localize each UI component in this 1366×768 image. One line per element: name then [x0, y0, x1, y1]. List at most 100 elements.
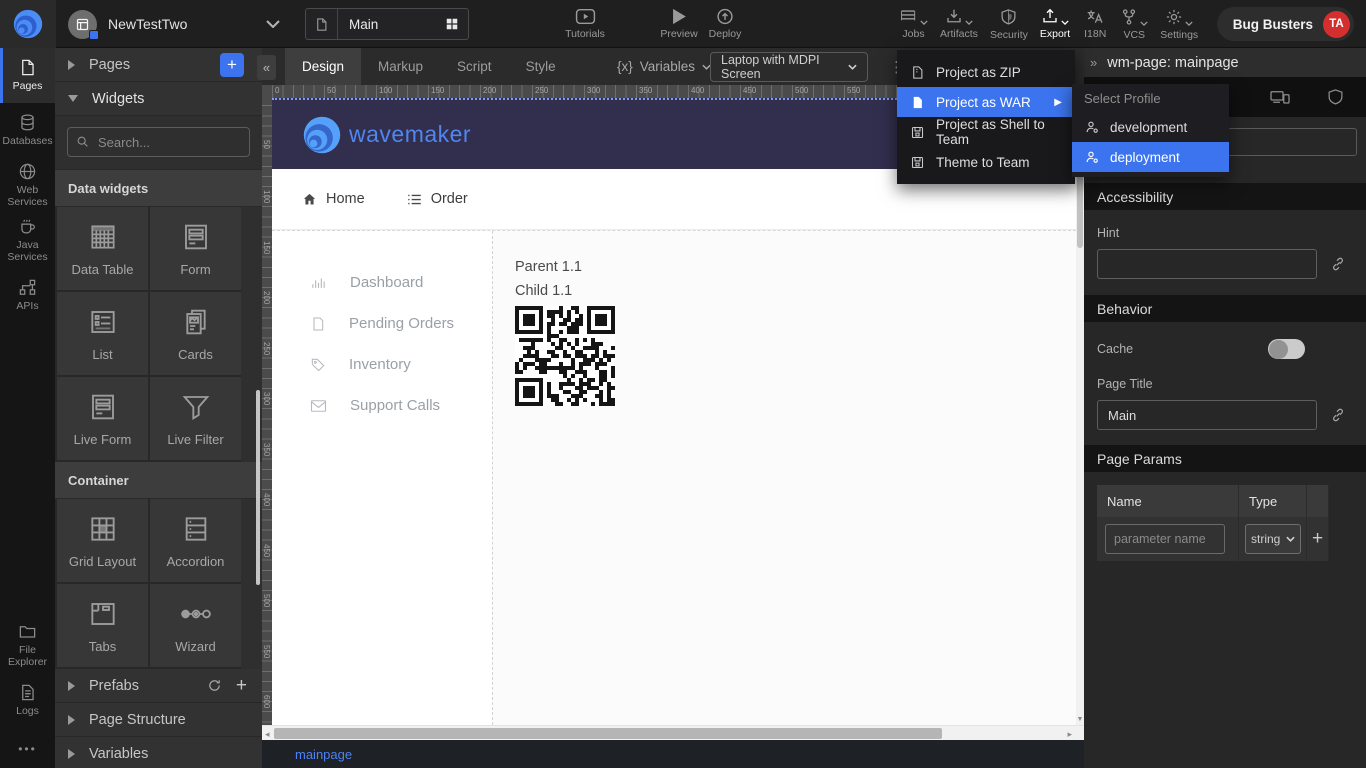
nav-item-support-calls[interactable]: Support Calls	[272, 385, 492, 426]
vcs-label: VCS	[1123, 29, 1145, 41]
widget-list[interactable]: List	[57, 292, 148, 375]
export-button[interactable]: Export	[1034, 0, 1076, 48]
col-name: Name	[1097, 485, 1239, 517]
menu-item-project-as-war[interactable]: Project as WAR ▶	[897, 87, 1075, 117]
submenu-item-development[interactable]: development	[1072, 112, 1229, 142]
tab-style[interactable]: Style	[509, 48, 573, 85]
prefabs-accordion[interactable]: Prefabs +	[55, 669, 262, 703]
scroll-right-arrow[interactable]: ▸	[1067, 729, 1072, 740]
canvas-horizontal-scrollbar[interactable]: ◂ ▸	[262, 725, 1084, 740]
security-button[interactable]: Security	[984, 0, 1034, 48]
nav-item-pending-orders[interactable]: Pending Orders	[272, 303, 492, 344]
avatar[interactable]: TA	[1323, 11, 1350, 38]
open-page-tab[interactable]: Main	[305, 8, 469, 40]
left-panel-scrollbar-thumb[interactable]	[256, 390, 260, 585]
rail-item-logs[interactable]: Logs	[0, 673, 55, 728]
rail-item-databases[interactable]: Databases	[0, 103, 55, 158]
page-structure-accordion[interactable]: Page Structure	[55, 703, 262, 737]
variables-accordion[interactable]: Variables	[55, 737, 262, 768]
nav-item-inventory[interactable]: Inventory	[272, 344, 492, 385]
bind-link-icon[interactable]	[1330, 256, 1346, 272]
menu-item-project-as-shell[interactable]: Project as Shell to Team	[897, 117, 1075, 147]
param-type-value: string	[1251, 532, 1280, 546]
profile-user-icon	[1084, 149, 1100, 165]
wavemaker-logo[interactable]	[0, 0, 56, 48]
breadcrumb-home[interactable]: Home	[302, 191, 365, 207]
menu-item-project-as-zip[interactable]: Project as ZIP	[897, 57, 1075, 87]
pages-accordion[interactable]: Pages +	[55, 48, 262, 82]
expand-icon[interactable]: »	[1090, 55, 1097, 70]
project-switcher[interactable]: NewTestTwo	[68, 0, 280, 48]
pages-grid-icon[interactable]	[445, 17, 468, 31]
jobs-button[interactable]: Jobs	[893, 0, 934, 48]
chevron-right-icon	[68, 681, 75, 691]
tab-design[interactable]: Design	[285, 48, 361, 85]
devices-icon[interactable]	[1269, 88, 1291, 106]
rail-item-pages[interactable]: Pages	[0, 48, 55, 103]
preview-button[interactable]: Preview	[654, 0, 704, 48]
widget-data-table[interactable]: Data Table	[57, 207, 148, 290]
add-prefab-icon[interactable]: +	[236, 675, 247, 697]
settings-button[interactable]: Settings	[1154, 0, 1204, 48]
widget-wizard[interactable]: Wizard	[150, 584, 241, 667]
device-selector[interactable]: Laptop with MDPI Screen	[710, 52, 868, 82]
chevron-down-icon	[1061, 20, 1069, 25]
widget-form[interactable]: Form	[150, 207, 241, 290]
tab-markup[interactable]: Markup	[361, 48, 440, 85]
submenu-item-deployment[interactable]: deployment	[1072, 142, 1229, 172]
add-param-button[interactable]: +	[1307, 517, 1329, 561]
widget-cards[interactable]: Cards	[150, 292, 241, 375]
youtube-icon	[575, 8, 596, 25]
chevron-down-icon[interactable]	[266, 20, 280, 28]
rail-item-apis[interactable]: APIs	[0, 268, 55, 323]
menu-item-theme-to-team[interactable]: Theme to Team	[897, 147, 1075, 177]
more-icon[interactable]: •••	[0, 728, 55, 768]
scrollbar-thumb[interactable]	[274, 728, 942, 739]
widget-tabs[interactable]: Tabs	[57, 584, 148, 667]
param-type-select[interactable]: string	[1245, 524, 1301, 554]
funnel-icon	[180, 391, 212, 423]
widget-accordion[interactable]: Accordion	[150, 499, 241, 582]
play-icon	[671, 8, 687, 25]
variables-dropdown[interactable]: {x} Variables	[617, 59, 711, 74]
scroll-left-arrow[interactable]: ◂	[265, 729, 270, 740]
widget-grid-layout[interactable]: Grid Layout	[57, 499, 148, 582]
wave-logo-icon	[11, 7, 45, 41]
rail-item-web-services[interactable]: Web Services	[0, 158, 55, 213]
save-icon	[910, 155, 925, 170]
page-preview: wavemaker Home Order	[272, 98, 1076, 725]
breadcrumb-order[interactable]: Order	[407, 191, 468, 207]
chevron-down-icon	[965, 20, 973, 25]
refresh-icon[interactable]	[207, 678, 222, 693]
deploy-button[interactable]: Deploy	[701, 0, 749, 48]
page-left-nav: Dashboard Pending Orders Inventory	[272, 231, 493, 725]
add-page-button[interactable]: +	[220, 53, 244, 77]
widget-live-form[interactable]: Live Form	[57, 377, 148, 460]
list-icon	[87, 306, 119, 338]
shield-icon[interactable]	[1327, 88, 1344, 106]
widget-live-filter[interactable]: Live Filter	[150, 377, 241, 460]
rail-item-file-explorer[interactable]: File Explorer	[0, 618, 55, 673]
nav-item-dashboard[interactable]: Dashboard	[272, 262, 492, 303]
canvas-vertical-scrollbar[interactable]: ▼	[1076, 85, 1084, 725]
rail-item-java-services[interactable]: Java Services	[0, 213, 55, 268]
hint-input[interactable]	[1097, 249, 1317, 279]
active-page-link[interactable]: mainpage	[295, 747, 352, 762]
collapse-panel-button[interactable]: «	[257, 55, 276, 80]
submenu-header: Select Profile	[1072, 84, 1229, 112]
tutorials-button[interactable]: Tutorials	[558, 0, 612, 48]
vcs-button[interactable]: VCS	[1114, 0, 1154, 48]
preview-label: Preview	[660, 28, 697, 40]
widget-search-input[interactable]	[67, 127, 250, 157]
widgets-accordion[interactable]: Widgets	[55, 82, 262, 116]
team-button[interactable]: Bug Busters TA	[1217, 7, 1354, 41]
file-zip-icon	[910, 65, 925, 80]
param-name-input[interactable]	[1105, 524, 1225, 554]
page-title-input[interactable]	[1097, 400, 1317, 430]
tab-script[interactable]: Script	[440, 48, 509, 85]
scroll-down-arrow[interactable]: ▼	[1076, 716, 1084, 723]
cache-toggle[interactable]	[1268, 339, 1305, 359]
i18n-button[interactable]: I18N	[1076, 0, 1114, 48]
bind-link-icon[interactable]	[1330, 407, 1346, 423]
artifacts-button[interactable]: Artifacts	[934, 0, 984, 48]
